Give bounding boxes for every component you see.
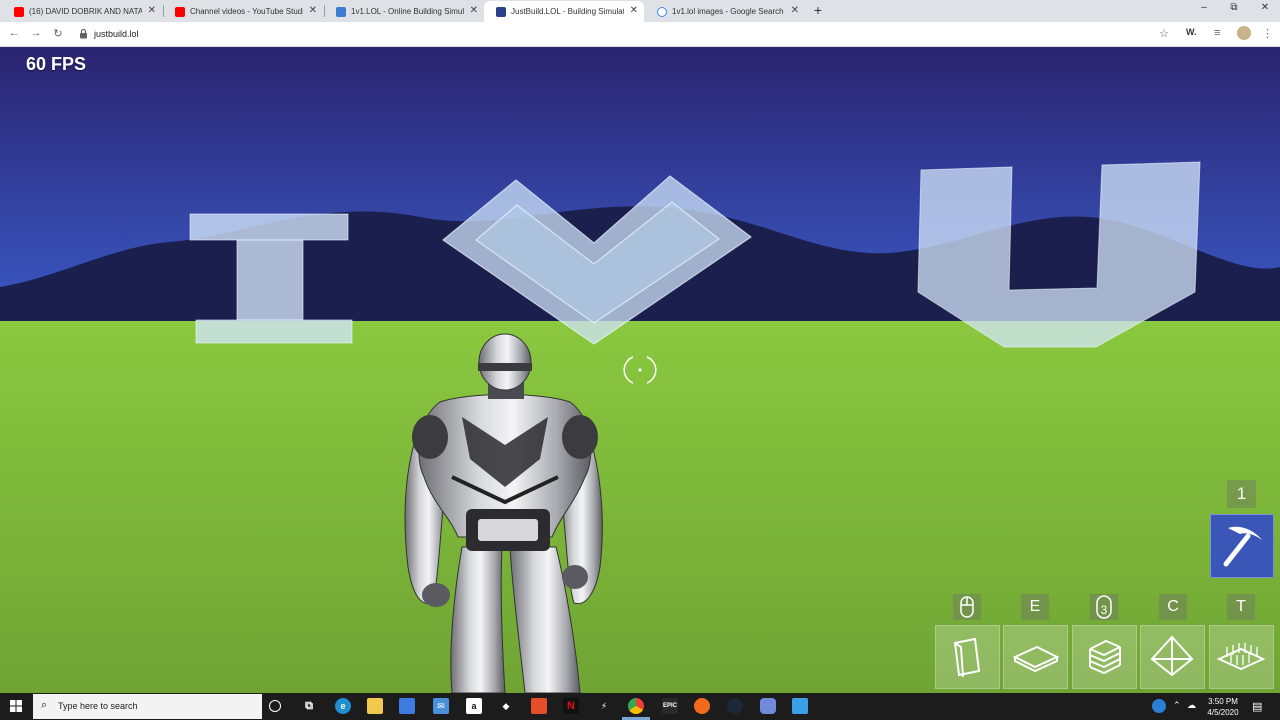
floor-icon [1012, 645, 1060, 673]
show-hidden-icons-icon[interactable]: ⌃ [1173, 700, 1181, 711]
forward-icon[interactable]: → [29, 27, 43, 39]
clock-date: 4/5/2020 [1207, 708, 1239, 717]
cone-icon [1150, 635, 1194, 677]
file-explorer-icon[interactable] [367, 698, 383, 714]
task-view-icon[interactable]: ⧉ [301, 698, 317, 714]
origin-icon[interactable] [694, 698, 710, 714]
netflix-icon[interactable]: N [563, 698, 579, 714]
office-icon[interactable] [531, 698, 547, 714]
justbuild-icon [496, 6, 506, 17]
close-window-button[interactable]: ✕ [1255, 2, 1275, 13]
wall-icon [953, 637, 981, 678]
browser-tab[interactable]: 1v1.LOL - Online Building Simula ✕ [324, 1, 484, 22]
mouse-left-icon [960, 596, 974, 618]
back-icon[interactable]: ← [7, 27, 21, 39]
tab-label: 1v1.LOL - Online Building Simula [351, 7, 464, 16]
windows-start-icon[interactable] [0, 693, 32, 720]
tab-label: (16) DAVID DOBRIK AND NATALI [29, 7, 142, 16]
key-hint-t: T [1227, 594, 1255, 620]
fps-counter: 60 FPS [26, 54, 87, 74]
build-slot-cone[interactable] [1140, 625, 1205, 689]
trap-icon [1216, 643, 1266, 671]
url-text[interactable]: justbuild.lol [94, 29, 139, 39]
youtube-icon [14, 6, 24, 17]
profile-avatar[interactable] [1237, 26, 1251, 40]
hotbar-slot-number: 1 [1227, 480, 1256, 508]
bookmark-star-icon[interactable]: ☆ [1159, 27, 1169, 40]
build-slot-trap[interactable] [1209, 625, 1274, 689]
google-icon [657, 6, 667, 17]
help-tray-icon[interactable] [1152, 699, 1166, 713]
build-slot-stairs[interactable] [1072, 625, 1137, 689]
tab-label: Channel videos - YouTube Studio [190, 7, 303, 16]
new-tab-button[interactable]: + [810, 2, 826, 18]
discord-icon[interactable] [760, 698, 776, 714]
store-icon[interactable] [399, 698, 415, 714]
amazon-icon[interactable]: a [466, 698, 482, 714]
key-hint-mouse [953, 594, 981, 620]
1v1lol-icon [336, 6, 346, 17]
menu-icon[interactable]: ⋮ [1262, 27, 1273, 40]
crosshair-icon [623, 356, 657, 384]
tab-label: 1v1.lol images - Google Search [672, 7, 784, 16]
browser-tab[interactable]: (16) DAVID DOBRIK AND NATALI ✕ [2, 1, 162, 22]
chrome-icon[interactable] [628, 698, 644, 714]
tab-close-icon[interactable]: ✕ [309, 5, 317, 16]
tab-close-icon[interactable]: ✕ [791, 5, 799, 16]
stairs-icon [1089, 639, 1121, 675]
edge-icon[interactable]: e [335, 698, 351, 714]
taskbar-clock[interactable]: 3:50 PM 4/5/2020 [1203, 696, 1243, 718]
key-hint-e: E [1021, 594, 1049, 620]
key-hint-c: C [1159, 594, 1187, 620]
address-bar: ← → ↻ justbuild.lol ☆ W. ≡ ⋮ [0, 22, 1280, 47]
search-placeholder: Type here to search [58, 701, 138, 711]
steam-icon[interactable] [727, 698, 743, 714]
tab-close-icon[interactable]: ✕ [148, 5, 156, 16]
mouse-wheel-label: 3 [1101, 603, 1108, 617]
browser-tab[interactable]: 1v1.lol images - Google Search ✕ [645, 1, 805, 22]
windows-taskbar: ⌕ Type here to search ⧉ e ✉ a ◆ N ⚡ EPIC… [0, 693, 1280, 720]
tab-close-icon[interactable]: ✕ [470, 5, 478, 16]
stream-icon[interactable]: ⚡ [596, 698, 612, 714]
extension-icon[interactable]: W. [1186, 27, 1197, 37]
build-slot-wall[interactable] [935, 625, 1000, 689]
lock-icon [80, 28, 87, 39]
browser-tab-bar: (16) DAVID DOBRIK AND NATALI ✕ Channel v… [0, 0, 1280, 22]
photos-icon[interactable] [792, 698, 808, 714]
pickaxe-slot[interactable] [1210, 514, 1274, 578]
clock-time: 3:50 PM [1208, 697, 1238, 706]
epic-games-icon[interactable]: EPIC [662, 698, 678, 714]
dropbox-icon[interactable]: ◆ [498, 698, 514, 714]
youtube-studio-icon [175, 6, 185, 17]
notification-center-icon[interactable]: ▤ [1252, 700, 1262, 713]
onedrive-icon[interactable]: ☁ [1187, 700, 1196, 711]
browser-tab[interactable]: Channel videos - YouTube Studio ✕ [163, 1, 323, 22]
cortana-icon[interactable] [269, 700, 281, 712]
browser-tab-active[interactable]: JustBuild.LOL - Building Simulato ✕ [484, 1, 644, 22]
mouse-wheel-icon: 3 [1096, 595, 1112, 619]
taskbar-search-box[interactable]: ⌕ Type here to search [33, 694, 262, 719]
minimize-button[interactable]: – [1194, 2, 1214, 13]
pickaxe-icon [1223, 526, 1262, 567]
media-control-icon[interactable]: ≡ [1214, 27, 1220, 39]
reload-icon[interactable]: ↻ [51, 27, 65, 40]
tab-close-icon[interactable]: ✕ [630, 5, 638, 16]
key-hint-wheel: 3 [1090, 594, 1118, 620]
tab-label: JustBuild.LOL - Building Simulato [511, 7, 624, 16]
search-icon: ⌕ [41, 699, 48, 711]
build-slot-floor[interactable] [1003, 625, 1068, 689]
mail-icon[interactable]: ✉ [433, 698, 449, 714]
game-viewport[interactable]: 60 FPS 1 E 3 C T [0, 47, 1280, 693]
restore-button[interactable]: ⧉ [1224, 2, 1244, 13]
